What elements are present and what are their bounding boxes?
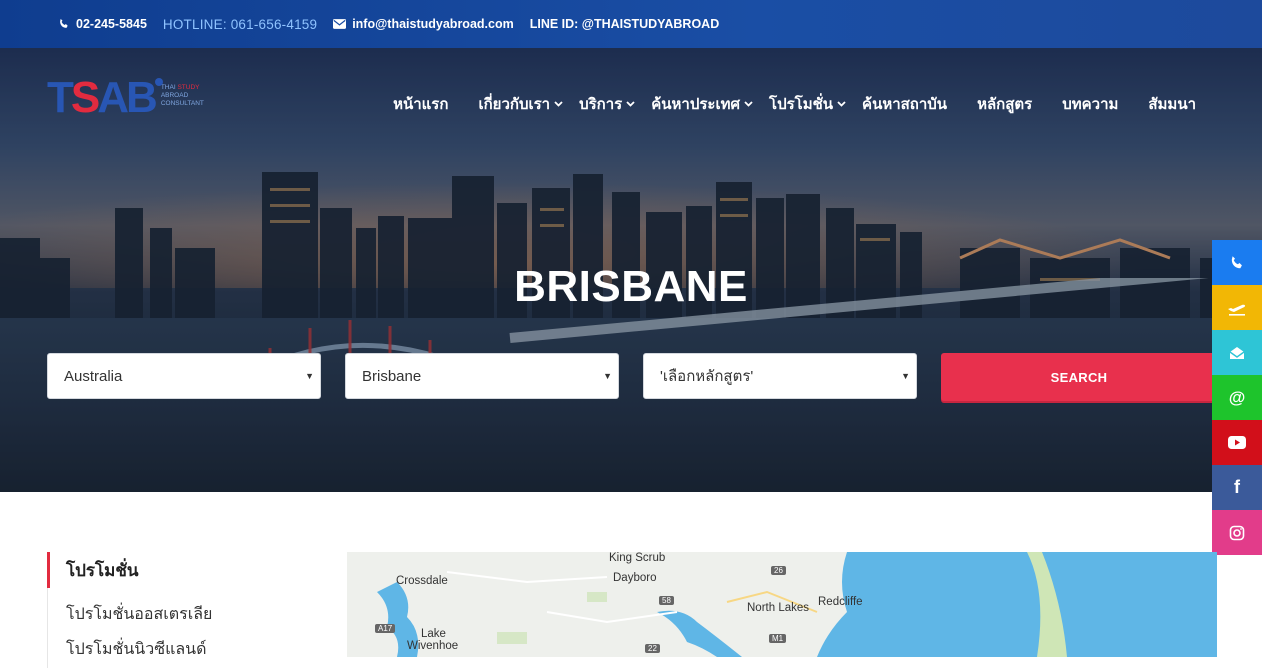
line-contact[interactable]: LINE ID: @THAISTUDYABROAD — [530, 17, 720, 31]
chevron-down-icon — [837, 101, 846, 107]
road-marker: A17 — [375, 624, 396, 633]
chevron-down-icon — [744, 101, 753, 107]
hotline-number: HOTLINE: 061-656-4159 — [162, 16, 318, 32]
logo-tag-consultant: CONSULTANT — [160, 99, 204, 107]
caret-down-icon: ▼ — [901, 371, 910, 381]
map-label: King Scrub — [609, 552, 666, 564]
nav-item-find-country[interactable]: ค้นหาประเทศ — [651, 92, 753, 116]
email-address: info@thaistudyabroad.com — [352, 17, 514, 31]
email-link[interactable] — [1212, 330, 1262, 375]
road-marker: 26 — [771, 566, 786, 575]
at-icon: @ — [1228, 387, 1246, 407]
main-navigation: หน้าแรก เกี่ยวกับเรา บริการ ค้นหาประเทศ … — [363, 92, 1196, 116]
logo-tag-abroad: ABROAD — [160, 91, 189, 99]
city-select-value: Brisbane — [362, 367, 422, 385]
sidebar-heading: โปรโมชั่น — [47, 552, 307, 588]
chevron-down-icon — [554, 101, 563, 107]
nav-label: หลักสูตร — [977, 96, 1033, 113]
course-select-value: 'เลือกหลักสูตร' — [660, 368, 754, 385]
tsab-logo[interactable]: TSAB THAI STUDY ABROAD CONSULTANT — [47, 76, 204, 120]
nav-item-home[interactable]: หน้าแรก — [393, 92, 448, 116]
map-label: Dayboro — [613, 572, 657, 584]
search-button[interactable]: SEARCH — [941, 353, 1217, 401]
instagram-link[interactable] — [1212, 510, 1262, 555]
nav-label: ค้นหาสถาบัน — [862, 96, 948, 113]
country-select[interactable]: Australia ▼ — [47, 353, 321, 399]
nav-item-promotions[interactable]: โปรโมชั่น — [769, 92, 846, 116]
caret-down-icon: ▼ — [603, 371, 612, 381]
city-select[interactable]: Brisbane ▼ — [345, 353, 619, 399]
flight-link[interactable] — [1212, 285, 1262, 330]
nav-label: ค้นหาประเทศ — [651, 96, 741, 113]
location-map[interactable]: King Scrub Dayboro Crossdale North Lakes… — [347, 552, 1217, 657]
sidebar-link-australia[interactable]: โปรโมชั่นออสเตรเลีย — [47, 602, 307, 627]
phone-number: 02-245-5845 — [76, 17, 147, 31]
hotline-contact[interactable]: HOTLINE: 061-656-4159 — [163, 17, 317, 32]
email-contact[interactable]: info@thaistudyabroad.com — [333, 17, 514, 31]
phone-contact[interactable]: 02-245-5845 — [58, 17, 147, 31]
top-contact-bar: 02-245-5845 HOTLINE: 061-656-4159 info@t… — [0, 0, 1262, 48]
plane-icon — [1228, 304, 1246, 316]
logo-tag-study: STUDY — [177, 84, 200, 91]
line-link[interactable]: @ — [1212, 375, 1262, 420]
map-label: Crossdale — [396, 575, 448, 587]
nav-label: โปรโมชั่น — [769, 96, 834, 113]
logo-tagline: THAI STUDY ABROAD CONSULTANT — [161, 84, 204, 107]
facebook-link[interactable]: f — [1212, 465, 1262, 510]
phone-icon — [60, 18, 68, 28]
road-marker: 58 — [659, 596, 674, 605]
line-id: LINE ID: @THAISTUDYABROAD — [529, 17, 720, 31]
nav-item-courses[interactable]: หลักสูตร — [977, 92, 1032, 116]
road-marker: M1 — [769, 634, 787, 643]
map-label: Redcliffe — [818, 596, 863, 608]
course-select[interactable]: 'เลือกหลักสูตร' ▼ — [643, 353, 917, 399]
chevron-down-icon — [626, 101, 635, 107]
map-label: Lake — [421, 628, 446, 640]
nav-item-services[interactable]: บริการ — [579, 92, 635, 116]
youtube-link[interactable] — [1212, 420, 1262, 465]
envelope-open-icon — [1229, 346, 1245, 359]
country-select-value: Australia — [64, 367, 123, 385]
nav-label: สัมมนา — [1148, 96, 1196, 113]
nav-label: หน้าแรก — [393, 96, 449, 113]
logo-tag-thai: THAI — [160, 84, 178, 91]
nav-item-about[interactable]: เกี่ยวกับเรา — [478, 92, 563, 116]
facebook-icon: f — [1234, 477, 1240, 497]
logo-mark-s: S — [70, 73, 100, 122]
nav-item-articles[interactable]: บทความ — [1062, 92, 1118, 116]
logo-mark: TSAB — [47, 73, 158, 122]
nav-label: เกี่ยวกับเรา — [478, 96, 551, 113]
instagram-icon — [1229, 525, 1245, 540]
nav-item-find-institute[interactable]: ค้นหาสถาบัน — [862, 92, 947, 116]
page-title: BRISBANE — [514, 262, 748, 311]
map-label: Wivenhoe — [407, 640, 459, 652]
course-search-form: Australia ▼ Brisbane ▼ 'เลือกหลักสูตร' ▼… — [47, 353, 1217, 401]
nav-label: บทความ — [1062, 96, 1119, 113]
promotion-sidebar: โปรโมชั่น โปรโมชั่นออสเตรเลีย โปรโมชั่นน… — [47, 552, 307, 668]
sidebar-divider — [47, 588, 48, 668]
phone-icon — [1231, 255, 1242, 268]
caret-down-icon: ▼ — [305, 371, 314, 381]
envelope-icon — [333, 19, 347, 29]
sidebar-link-new-zealand[interactable]: โปรโมชั่นนิวซีแลนด์ — [47, 637, 307, 662]
logo-dot — [155, 78, 163, 86]
map-label: North Lakes — [747, 602, 810, 614]
logo-mark-t: T — [47, 73, 74, 122]
road-marker: 22 — [645, 644, 660, 653]
nav-item-seminars[interactable]: สัมมนา — [1148, 92, 1196, 116]
youtube-icon — [1228, 436, 1246, 449]
logo-mark-ab: AB — [97, 73, 158, 122]
nav-label: บริการ — [579, 96, 623, 113]
phone-link[interactable] — [1212, 240, 1262, 285]
social-floating-bar: @ f — [1212, 240, 1262, 555]
